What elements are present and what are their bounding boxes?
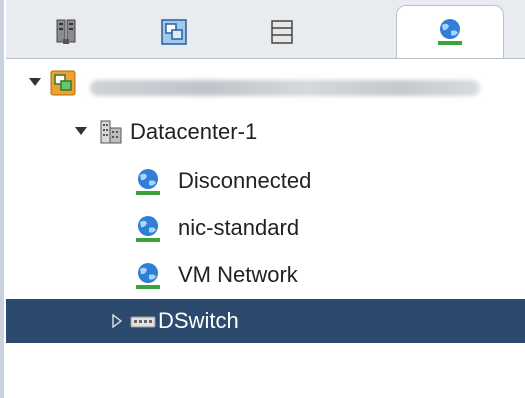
- storage-icon: [270, 20, 294, 44]
- left-panel-border: [0, 0, 4, 398]
- tree-node-label: Disconnected: [178, 168, 312, 193]
- network-icon: [134, 214, 160, 242]
- expand-arrow-icon[interactable]: [74, 124, 88, 138]
- tree-node-dswitch[interactable]: DSwitch: [6, 299, 525, 343]
- network-icon: [134, 167, 160, 195]
- tree-node-label: DSwitch: [158, 308, 239, 333]
- tree-node-network-vm-network[interactable]: VM Network: [6, 253, 525, 297]
- tree-node-vcenter[interactable]: [6, 61, 525, 105]
- vcenter-icon: [50, 70, 76, 96]
- vcenter-name-blurred: [90, 80, 480, 96]
- network-icon: [134, 261, 160, 289]
- tree-node-network-disconnected[interactable]: Disconnected: [6, 159, 525, 203]
- tab-vms-templates[interactable]: [120, 6, 228, 58]
- hosts-icon: [54, 19, 78, 45]
- tree-node-label: nic-standard: [178, 215, 300, 240]
- network-icon: [436, 17, 464, 47]
- inventory-tab-bar: [6, 0, 525, 59]
- tree-node-datacenter[interactable]: Datacenter-1: [6, 110, 525, 154]
- datacenter-icon: [98, 119, 124, 145]
- vm-templates-icon: [161, 19, 187, 45]
- tree-node-label: VM Network: [178, 262, 298, 287]
- collapsed-arrow-icon[interactable]: [110, 313, 124, 329]
- distributed-switch-icon: [130, 311, 156, 337]
- expand-arrow-icon[interactable]: [28, 75, 42, 89]
- tree-node-label: Datacenter-1: [130, 119, 258, 144]
- tab-storage[interactable]: [228, 6, 336, 58]
- tree-node-network-nic-standard[interactable]: nic-standard: [6, 206, 525, 250]
- tab-hosts-clusters[interactable]: [12, 6, 120, 58]
- tab-networking[interactable]: [396, 5, 504, 58]
